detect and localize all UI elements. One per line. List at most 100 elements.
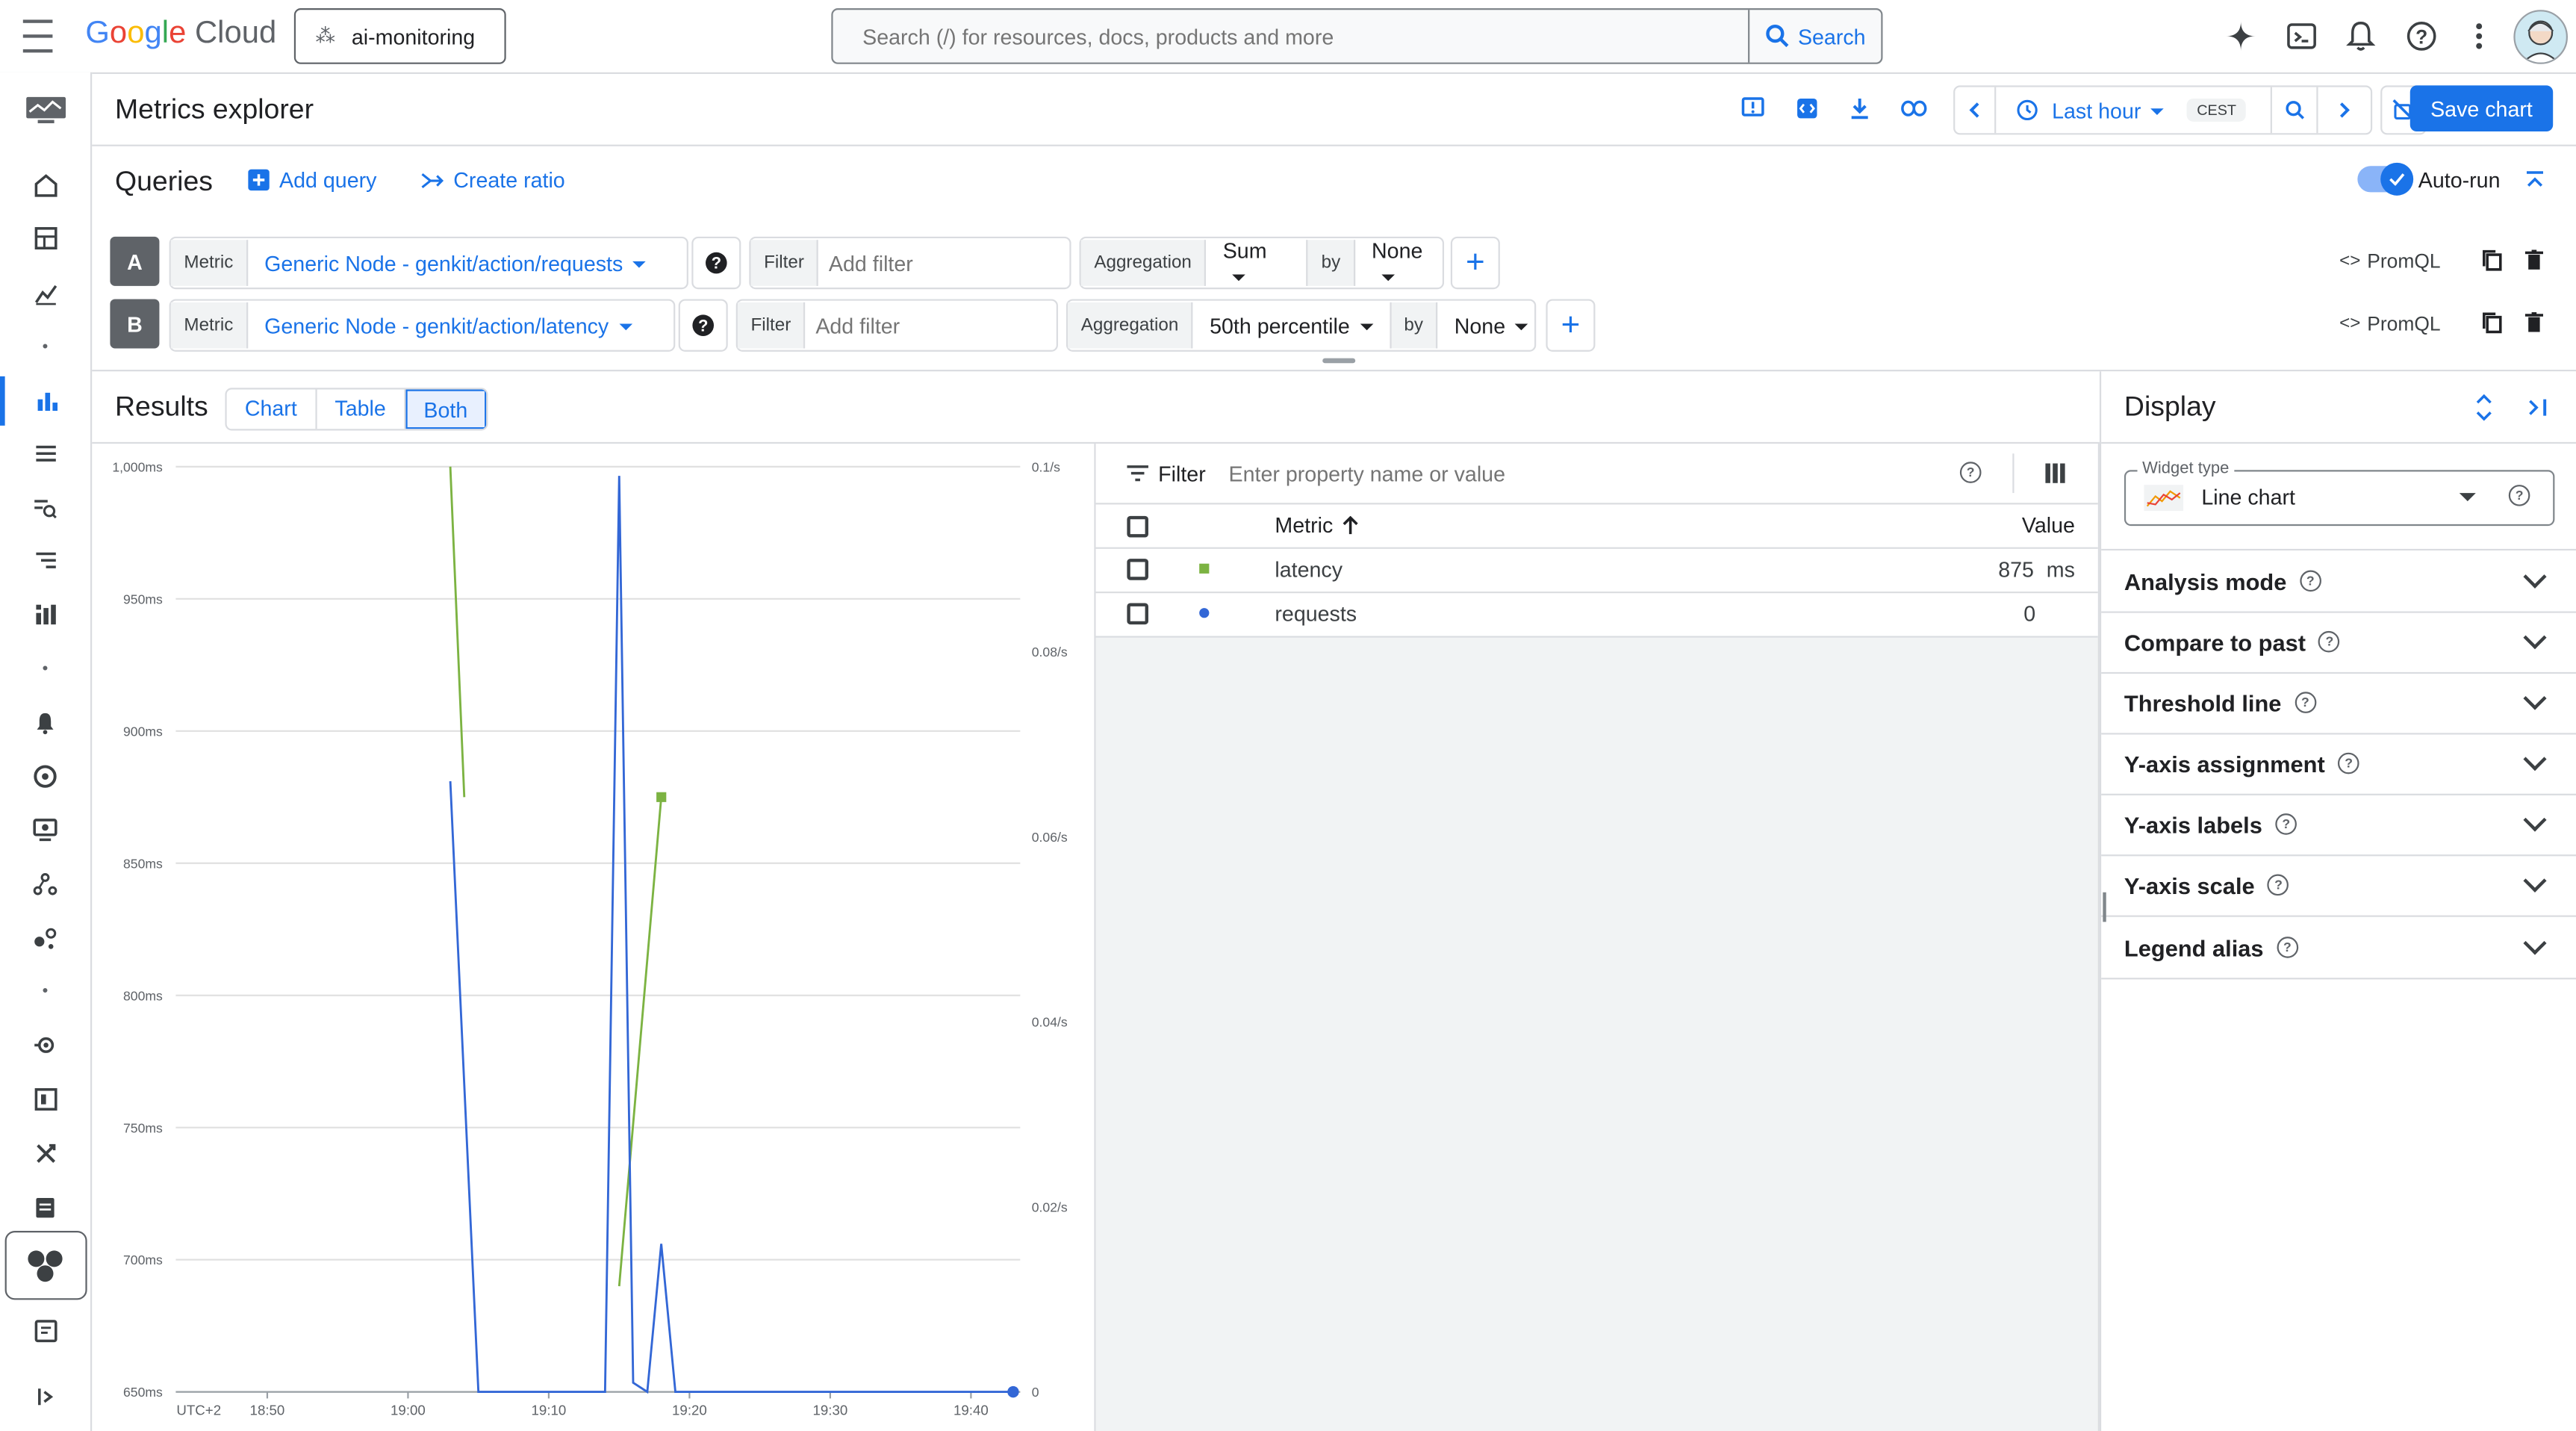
notifications-icon[interactable] bbox=[2343, 18, 2379, 54]
time-back-button[interactable] bbox=[1955, 87, 1997, 134]
timezone-badge[interactable]: CEST bbox=[2186, 99, 2247, 122]
y-axis-assignment-section[interactable]: Y-axis assignment? bbox=[2101, 733, 2576, 795]
table-row[interactable]: requests 0 bbox=[1095, 593, 2098, 638]
expand-panel-icon[interactable] bbox=[2469, 391, 2499, 424]
integrations-icon[interactable] bbox=[0, 913, 90, 963]
help-icon[interactable]: ? bbox=[2277, 937, 2298, 958]
dashboards-icon[interactable] bbox=[0, 214, 90, 263]
filter-input[interactable] bbox=[825, 249, 1063, 277]
legend-alias-section[interactable]: Legend alias? bbox=[2101, 917, 2576, 980]
feedback-icon[interactable] bbox=[1738, 93, 1768, 123]
table-row[interactable]: latency 875 ms bbox=[1095, 548, 2098, 594]
add-aggregation-button[interactable]: + bbox=[1546, 299, 1596, 352]
help-icon[interactable]: ? bbox=[2404, 18, 2439, 54]
add-aggregation-button[interactable]: + bbox=[1450, 236, 1500, 290]
delete-icon[interactable] bbox=[2520, 309, 2546, 335]
download-icon[interactable] bbox=[1845, 93, 1875, 123]
zoom-button[interactable] bbox=[2270, 87, 2318, 134]
aggregation-selector[interactable]: Aggregation 50th percentile by None bbox=[1065, 299, 1537, 352]
value-column-header[interactable]: Value bbox=[2022, 512, 2075, 537]
synthetic-monitoring-icon[interactable] bbox=[0, 805, 90, 854]
logs-explorer-icon[interactable] bbox=[0, 483, 90, 533]
resize-handle[interactable] bbox=[1322, 358, 1356, 364]
metric-selector[interactable]: Metric Generic Node - genkit/action/requ… bbox=[169, 236, 688, 290]
trace-icon[interactable] bbox=[0, 536, 90, 585]
metrics-scope-icon[interactable] bbox=[0, 1020, 90, 1070]
help-icon[interactable]: ? bbox=[2338, 752, 2359, 775]
promql-button[interactable]: <> PromQL bbox=[2339, 312, 2440, 335]
metrics-explorer-icon[interactable] bbox=[0, 376, 90, 426]
add-query-button[interactable]: Add query bbox=[248, 167, 376, 192]
help-icon[interactable]: ? bbox=[2295, 692, 2316, 713]
threshold-line-section[interactable]: Threshold line? bbox=[2101, 672, 2576, 735]
metrics-management-icon[interactable] bbox=[0, 1075, 90, 1124]
save-chart-button[interactable]: Save chart bbox=[2409, 85, 2554, 132]
documents-icon[interactable] bbox=[0, 1183, 90, 1232]
help-icon[interactable]: ? bbox=[2268, 874, 2289, 896]
filter-input[interactable] bbox=[812, 311, 1049, 340]
group-by-value[interactable]: None bbox=[1372, 238, 1443, 288]
transform-icon[interactable] bbox=[0, 1129, 90, 1179]
compare-to-past-section[interactable]: Compare to past? bbox=[2101, 611, 2576, 674]
metric-help-icon[interactable]: ? bbox=[678, 299, 728, 352]
logs-icon[interactable] bbox=[0, 429, 90, 478]
chart-icon[interactable] bbox=[0, 270, 90, 319]
copy-icon[interactable] bbox=[2479, 246, 2505, 273]
groups-icon[interactable] bbox=[0, 860, 90, 909]
column-picker-icon[interactable] bbox=[2045, 463, 2065, 483]
filter-field[interactable]: Filter bbox=[735, 299, 1058, 352]
copy-icon[interactable] bbox=[2479, 309, 2505, 335]
expand-nav-icon[interactable] bbox=[0, 1372, 90, 1421]
delete-icon[interactable] bbox=[2520, 246, 2546, 273]
search-bar[interactable]: Search bbox=[831, 8, 1883, 64]
collapse-queries-icon[interactable] bbox=[2520, 166, 2550, 196]
row-checkbox[interactable] bbox=[1127, 559, 1148, 580]
project-picker[interactable]: ⁂ ai-monitoring bbox=[293, 8, 506, 64]
collapse-panel-icon[interactable] bbox=[2524, 393, 2554, 423]
code-editor-icon[interactable] bbox=[1792, 93, 1822, 123]
time-forward-button[interactable] bbox=[2316, 87, 2371, 134]
services-icon[interactable] bbox=[0, 590, 90, 639]
help-icon[interactable]: ? bbox=[2275, 813, 2297, 835]
cloud-shell-icon[interactable] bbox=[2283, 18, 2319, 54]
more-options-icon[interactable] bbox=[2463, 18, 2495, 54]
filter-field[interactable]: Filter bbox=[749, 236, 1071, 290]
metric-help-icon[interactable]: ? bbox=[691, 236, 741, 290]
google-cloud-logo[interactable]: Google Cloud bbox=[85, 16, 276, 52]
metric-selector[interactable]: Metric Generic Node - genkit/action/late… bbox=[169, 299, 676, 352]
panel-resize-handle[interactable] bbox=[2103, 892, 2106, 922]
main-menu-icon[interactable] bbox=[19, 19, 55, 53]
alerting-icon[interactable] bbox=[0, 698, 90, 748]
tab-table[interactable]: Table bbox=[317, 389, 406, 429]
home-icon[interactable] bbox=[0, 161, 90, 211]
tab-chart[interactable]: Chart bbox=[227, 389, 317, 429]
auto-run-toggle[interactable]: Auto-run bbox=[2357, 162, 2501, 196]
link-icon[interactable] bbox=[1897, 93, 1930, 123]
monitoring-product-icon[interactable] bbox=[0, 85, 90, 134]
help-icon[interactable]: ? bbox=[2318, 630, 2341, 653]
promql-button[interactable]: <> PromQL bbox=[2339, 249, 2440, 273]
products-button[interactable] bbox=[4, 1230, 87, 1300]
help-icon[interactable]: ? bbox=[2299, 570, 2321, 592]
search-button[interactable]: Search bbox=[1748, 10, 1881, 63]
uptime-icon[interactable] bbox=[0, 751, 90, 801]
time-range-selector[interactable]: Last hour bbox=[2016, 98, 2164, 122]
widget-type-selector[interactable]: Widget type Line chart ? bbox=[2124, 460, 2555, 527]
select-all-checkbox[interactable] bbox=[1127, 515, 1148, 538]
aggregation-selector[interactable]: Aggregation Sum by None bbox=[1079, 236, 1445, 290]
y-axis-labels-section[interactable]: Y-axis labels? bbox=[2101, 794, 2576, 857]
table-filter-input[interactable] bbox=[1225, 459, 1890, 488]
analysis-mode-section[interactable]: Analysis mode? bbox=[2101, 550, 2576, 613]
group-by-value[interactable]: None bbox=[1455, 313, 1528, 338]
gemini-icon[interactable] bbox=[2223, 18, 2259, 54]
widget-type-help-icon[interactable]: ? bbox=[2508, 485, 2530, 506]
tab-both[interactable]: Both bbox=[405, 389, 486, 429]
create-ratio-button[interactable]: Create ratio bbox=[420, 167, 565, 192]
y-axis-scale-section[interactable]: Y-axis scale? bbox=[2101, 854, 2576, 917]
row-checkbox[interactable] bbox=[1127, 603, 1148, 625]
line-chart[interactable]: 1,000ms 950ms 900ms 850ms 800ms 750ms 700ms 650… bbox=[92, 444, 1094, 1431]
table-filter-help-icon[interactable]: ? bbox=[1959, 462, 1982, 483]
metric-column-header[interactable]: Metric bbox=[1275, 512, 1359, 537]
account-avatar[interactable] bbox=[2513, 10, 2568, 64]
search-input[interactable] bbox=[859, 22, 1737, 51]
